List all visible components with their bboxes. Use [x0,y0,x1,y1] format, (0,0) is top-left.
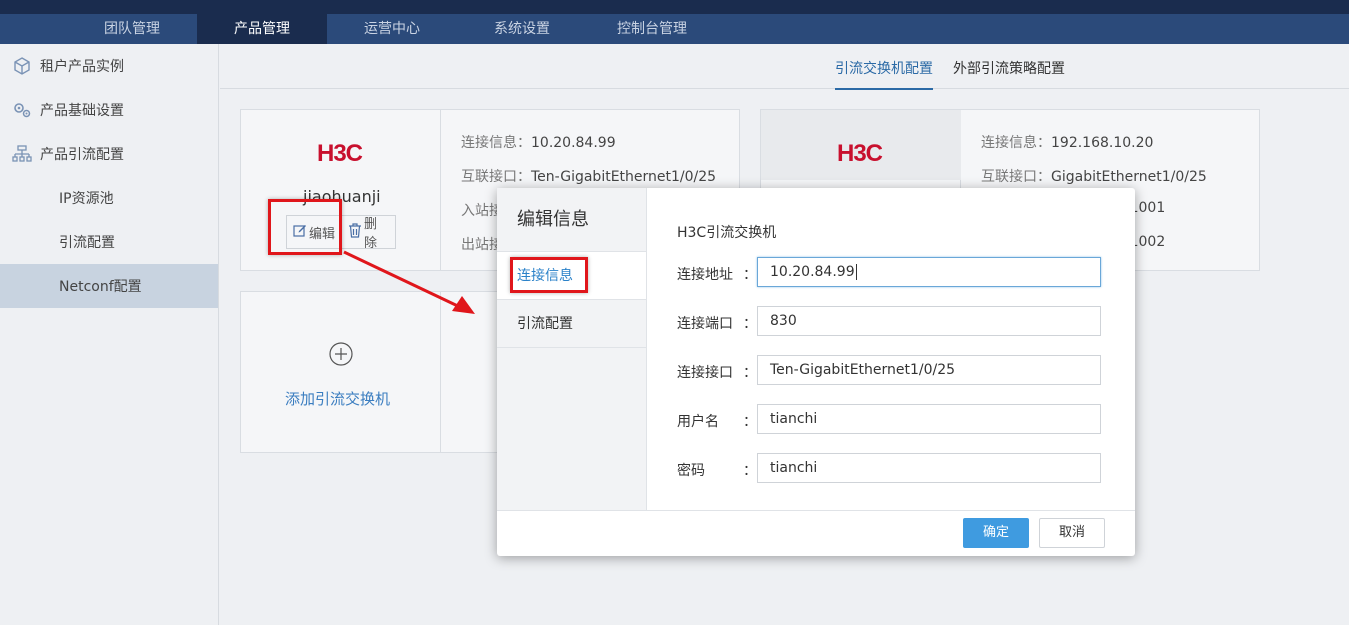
dialog-body: H3C引流交换机 连接地址 ： 10.20.84.99 连接端口 ： 830 连… [647,188,1135,510]
input-value: tianchi [770,411,818,427]
field-colon: ： [743,267,757,283]
field-label: 连接地址 [677,267,733,283]
connection-address-input[interactable]: 10.20.84.99 [757,257,1101,287]
field-label: 连接端口 [677,316,733,332]
field-colon: ： [743,414,757,430]
dialog-nav-label: 引流配置 [517,316,573,332]
connection-interface-input[interactable]: Ten-GigabitEthernet1/0/25 [757,355,1101,385]
field-colon: ： [743,365,757,381]
input-value: 830 [770,313,797,329]
password-input[interactable]: tianchi [757,453,1101,483]
dialog-sidebar: 编辑信息 连接信息 引流配置 [497,188,647,510]
edit-info-dialog: 编辑信息 连接信息 引流配置 H3C引流交换机 连接地址 ： 10.20.84.… [497,188,1135,556]
annotation-highlight-connection [510,257,588,293]
input-value: 10.20.84.99 [770,264,855,280]
dialog-footer: 确定 取消 [497,510,1135,556]
field-colon: ： [743,316,757,332]
input-value: Ten-GigabitEthernet1/0/25 [770,362,956,378]
input-value: tianchi [770,460,818,476]
username-input[interactable]: tianchi [757,404,1101,434]
field-colon: ： [743,463,757,479]
dialog-heading: H3C引流交换机 [677,225,777,241]
connection-port-input[interactable]: 830 [757,306,1101,336]
field-label: 用户名 [677,414,719,430]
cancel-button[interactable]: 取消 [1039,518,1105,548]
dialog-title: 编辑信息 [497,188,646,252]
field-label: 连接接口 [677,365,733,381]
confirm-button[interactable]: 确定 [963,518,1029,548]
field-label: 密码 [677,463,705,479]
text-cursor [855,264,857,280]
dialog-nav-drainage[interactable]: 引流配置 [497,300,646,348]
